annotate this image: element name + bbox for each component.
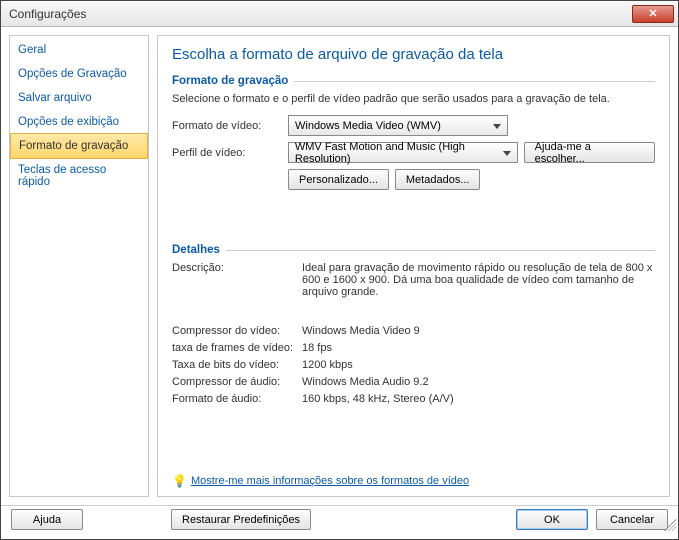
- audio-compressor-value: Windows Media Audio 9.2: [302, 376, 655, 388]
- close-button[interactable]: ✕: [632, 5, 674, 23]
- sidebar-item-recording-options[interactable]: Opções de Gravação: [10, 62, 148, 86]
- sidebar-item-general[interactable]: Geral: [10, 38, 148, 62]
- description-label: Descrição:: [172, 262, 302, 298]
- video-bitrate-label: Taxa de bits do vídeo:: [172, 359, 302, 371]
- sidebar-item-hotkeys[interactable]: Teclas de acesso rápido: [10, 158, 148, 194]
- more-info-row: 💡 Mostre-me mais informações sobre os fo…: [172, 474, 469, 488]
- help-choose-button[interactable]: Ajuda-me a escolher...: [524, 142, 655, 163]
- video-profile-label: Perfil de vídeo:: [172, 147, 282, 159]
- resize-grip[interactable]: [664, 519, 676, 531]
- description-value: Ideal para gravação de movimento rápido …: [302, 262, 655, 298]
- metadata-button[interactable]: Metadados...: [395, 169, 481, 190]
- fps-label: taxa de frames de vídeo:: [172, 342, 302, 354]
- close-icon: ✕: [648, 7, 657, 20]
- titlebar: Configurações ✕: [1, 1, 678, 27]
- sidebar-item-display-options[interactable]: Opções de exibição: [10, 110, 148, 134]
- audio-format-value: 160 kbps, 48 kHz, Stereo (A/V): [302, 393, 655, 405]
- video-format-label: Formato de vídeo:: [172, 120, 282, 132]
- video-compressor-value: Windows Media Video 9: [302, 325, 655, 337]
- restore-defaults-button[interactable]: Restaurar Predefinições: [171, 509, 311, 530]
- main-panel: Escolha a formato de arquivo de gravação…: [157, 35, 670, 497]
- video-bitrate-value: 1200 kbps: [302, 359, 655, 371]
- group-recording-format: Formato de gravação: [172, 75, 655, 87]
- sidebar: Geral Opções de Gravação Salvar arquivo …: [9, 35, 149, 497]
- sidebar-item-save-file[interactable]: Salvar arquivo: [10, 86, 148, 110]
- more-info-link[interactable]: Mostre-me mais informações sobre os form…: [191, 475, 469, 487]
- window-title: Configurações: [9, 7, 632, 21]
- video-format-dropdown[interactable]: Windows Media Video (WMV): [288, 115, 508, 136]
- audio-compressor-label: Compressor de áudio:: [172, 376, 302, 388]
- footer: Ajuda Restaurar Predefinições OK Cancela…: [1, 505, 678, 533]
- cancel-button[interactable]: Cancelar: [596, 509, 668, 530]
- group-details: Detalhes: [172, 244, 655, 256]
- video-profile-value: WMV Fast Motion and Music (High Resoluti…: [295, 141, 511, 165]
- ok-button[interactable]: OK: [516, 509, 588, 530]
- video-compressor-label: Compressor do vídeo:: [172, 325, 302, 337]
- video-format-value: Windows Media Video (WMV): [295, 120, 441, 132]
- video-profile-dropdown[interactable]: WMV Fast Motion and Music (High Resoluti…: [288, 142, 518, 163]
- custom-button[interactable]: Personalizado...: [288, 169, 389, 190]
- fps-value: 18 fps: [302, 342, 655, 354]
- instruction-text: Selecione o formato e o perfil de vídeo …: [172, 93, 655, 105]
- help-button[interactable]: Ajuda: [11, 509, 83, 530]
- audio-format-label: Formato de áudio:: [172, 393, 302, 405]
- page-title: Escolha a formato de arquivo de gravação…: [172, 46, 655, 63]
- lightbulb-icon: 💡: [172, 474, 187, 488]
- sidebar-item-recording-format[interactable]: Formato de gravação: [10, 133, 148, 159]
